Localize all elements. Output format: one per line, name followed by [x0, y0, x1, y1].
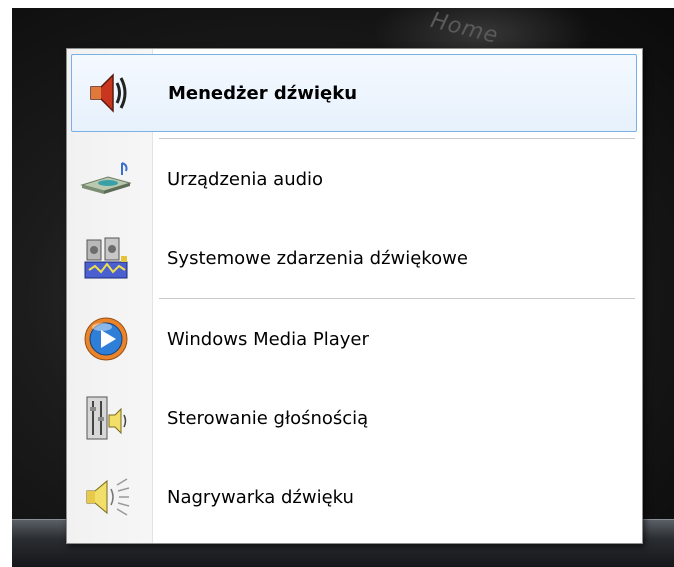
menu-item-sound-recorder[interactable]: Nagrywarka dźwięku — [71, 461, 637, 533]
media-player-icon — [71, 303, 141, 375]
menu-item-system-sounds[interactable]: Systemowe zdarzenia dźwiękowe — [71, 222, 637, 294]
audio-device-icon — [71, 143, 141, 215]
menu-item-label: Menedżer dźwięku — [168, 82, 358, 104]
menu-item-label: Sterowanie głośnością — [167, 407, 369, 429]
volume-control-icon — [71, 382, 141, 454]
menu-item-label: Systemowe zdarzenia dźwiękowe — [167, 247, 468, 269]
menu-item-label: Nagrywarka dźwięku — [167, 486, 354, 508]
speaker-icon — [72, 57, 142, 129]
menu-item-audio-devices[interactable]: Urządzenia audio — [71, 143, 637, 215]
sound-context-menu: Menedżer dźwięku Urządzenia audio System… — [66, 48, 643, 544]
menu-separator — [159, 138, 635, 140]
menu-item-label: Urządzenia audio — [167, 168, 324, 190]
menu-separator — [159, 298, 635, 300]
sound-recorder-icon — [71, 461, 141, 533]
menu-item-windows-media-player[interactable]: Windows Media Player — [71, 303, 637, 375]
menu-item-volume-control[interactable]: Sterowanie głośnością — [71, 382, 637, 454]
system-sounds-icon — [71, 222, 141, 294]
menu-item-label: Windows Media Player — [167, 328, 369, 350]
menu-item-sound-manager[interactable]: Menedżer dźwięku — [71, 54, 637, 132]
